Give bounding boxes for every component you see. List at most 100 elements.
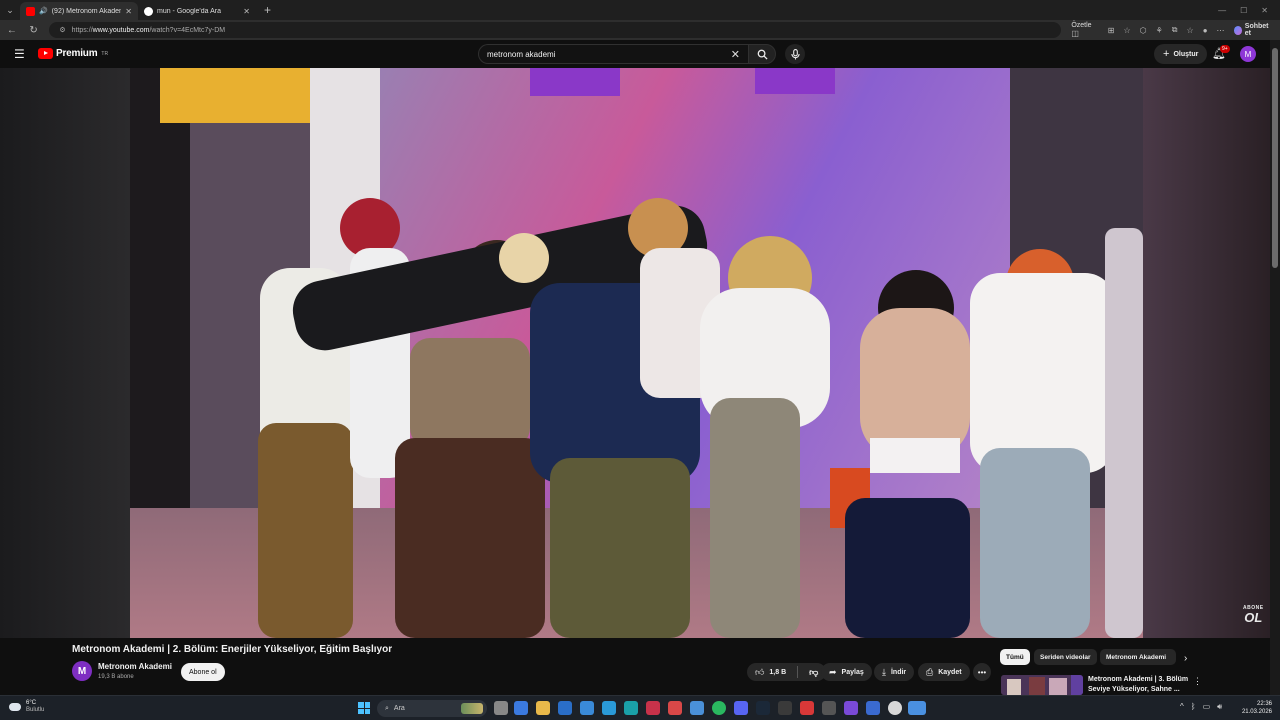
browser-tab-youtube[interactable]: 🔊 (92) Metronom Akademi | 2. B ✕ [20,2,138,20]
like-count[interactable]: 1,8 B [769,669,786,676]
plus-icon: + [1163,48,1170,60]
chip-all[interactable]: Tümü [1000,649,1030,665]
chevron-right-icon[interactable]: › [1184,653,1187,664]
scrollbar-thumb[interactable] [1272,48,1278,268]
channel-name[interactable]: Metronom Akademi [98,662,172,671]
chrome-icon[interactable] [888,701,902,715]
video-player[interactable]: ABONE OL [0,68,1270,638]
kebab-menu-icon[interactable]: ⋮ [1193,676,1202,687]
hamburger-menu-icon[interactable]: ☰ [14,47,25,61]
star-bookmark-icon[interactable]: ☆ [1123,26,1130,35]
epic-games-icon[interactable] [778,701,792,715]
app-icon[interactable] [822,701,836,715]
bluetooth-icon[interactable]: ᛒ [1191,702,1196,712]
cloud-icon [9,703,21,711]
channel-avatar[interactable]: M [72,661,92,681]
taskbar-search-box[interactable]: ⌕ Ara [377,700,487,717]
edge-browser-icon[interactable] [602,701,616,715]
outlook-icon[interactable] [580,701,594,715]
account-avatar[interactable]: M [1240,46,1256,62]
page-scrollbar[interactable] [1270,40,1280,695]
tab-title: (92) Metronom Akademi | 2. B [51,7,122,15]
copilot-icon [1233,25,1242,35]
volume-icon[interactable]: 🔊︎ [1217,702,1222,712]
tab-close-icon[interactable]: ✕ [125,7,132,16]
chevron-up-icon[interactable]: ^ [1180,702,1184,712]
address-bar[interactable]: ⚙ https://www.youtube.com/watch?v=4EcMtc… [49,22,1062,38]
minimize-icon[interactable]: — [1218,6,1226,15]
chip-series-videos[interactable]: Seriden videolar [1034,649,1097,665]
tab-list-chevron-icon[interactable]: ⌄ [0,0,20,20]
extensions-icon[interactable]: ⬡ [1140,26,1147,35]
chip-channel[interactable]: Metronom Akademi [1100,649,1176,665]
speaker-icon[interactable]: 🔊 [39,7,48,15]
window-close-icon[interactable]: ✕ [1261,6,1268,15]
url-text: https://www.youtube.com/watch?v=4EcMtc7y… [71,26,226,34]
download-button[interactable]: ⤓ İndir [874,663,915,681]
windows-start-icon[interactable] [358,702,370,714]
maximize-icon[interactable]: ☐ [1240,6,1247,15]
ambient-left [0,68,130,638]
search-icon [757,49,768,60]
copilot-chat-button[interactable]: Sohbet et [1233,23,1274,37]
tab-close-icon[interactable]: ✕ [243,7,250,16]
search-input[interactable]: metronom akademi ✕ [478,44,748,64]
discord-icon[interactable] [734,701,748,715]
search-button[interactable] [748,44,776,64]
share-button[interactable]: ➦ Paylaş [821,663,872,681]
app-icon[interactable] [844,701,858,715]
mail-app-icon[interactable] [558,701,572,715]
translate-icon[interactable]: ⊞ [1108,26,1115,35]
tab-title: mun - Google'da Ara [157,7,221,15]
app-icon[interactable] [866,701,880,715]
video-still-image [130,68,1143,638]
notification-badge: 9+ [1220,45,1230,53]
weather-widget[interactable]: 6°C Bulutlu [9,700,44,714]
sidebar-icon[interactable]: ⧉ [1172,25,1178,35]
copilot-app-icon[interactable] [514,701,528,715]
create-button[interactable]: + Oluştur [1154,44,1208,64]
new-tab-plus-icon[interactable]: + [256,3,279,17]
app-icon[interactable] [800,701,814,715]
site-info-icon[interactable]: ⚙ [59,26,65,34]
edge-dev-icon[interactable] [624,701,638,715]
clear-search-icon[interactable]: ✕ [731,48,740,61]
whatsapp-icon[interactable] [712,701,726,715]
browser-tab-google[interactable]: mun - Google'da Ara ✕ [138,2,256,20]
back-arrow-icon[interactable]: ← [6,25,18,36]
voice-search-button[interactable] [785,44,805,64]
share-icon: ➦ [829,666,837,677]
thumbs-up-icon[interactable]: 👍︎ [755,667,764,678]
favorites-icon[interactable]: ☆ [1187,26,1194,35]
youtube-play-icon [38,48,53,59]
active-browser-icon[interactable] [908,701,926,715]
recommended-title[interactable]: Metronom Akademi | 3. Bölüm: Seviye Yüks… [1088,675,1188,695]
more-menu-icon[interactable]: ⋯ [1217,26,1225,35]
extension-icon[interactable]: ⚘ [1156,26,1163,35]
clock[interactable]: 22:36 21.03.2026 [1238,700,1272,716]
google-favicon-icon [144,6,153,16]
more-actions-icon[interactable]: ••• [973,663,991,681]
network-icon[interactable]: ▭ [1203,702,1211,712]
youtube-header: ☰ Premium TR metronom akademi ✕ + Oluştur … [0,40,1280,68]
save-button[interactable]: ⎙ Kaydet [918,663,970,681]
browser-toolbar: ← ↻ ⚙ https://www.youtube.com/watch?v=4E… [0,20,1280,40]
profile-icon[interactable]: ● [1203,26,1208,35]
video-frame[interactable] [130,68,1143,638]
recommended-thumbnail[interactable] [1001,675,1083,695]
app-icon[interactable] [668,701,682,715]
system-tray: ^ ᛒ ▭ 🔊︎ [1180,702,1222,712]
task-view-icon[interactable] [494,701,508,715]
youtube-favicon-icon [26,6,35,16]
ambient-right [1143,68,1270,638]
youtube-premium-logo[interactable]: Premium TR [38,48,108,59]
acrobat-icon[interactable] [646,701,660,715]
subscribe-watermark[interactable]: ABONE OL [1243,606,1264,625]
app-icon[interactable] [690,701,704,715]
search-highlight-icon [461,703,483,714]
summarize-button[interactable]: Özetle ◫ [1071,22,1098,38]
subscribe-button[interactable]: Abone ol [181,663,225,681]
reload-icon[interactable]: ↻ [28,25,40,36]
file-explorer-icon[interactable] [536,701,550,715]
steam-icon[interactable] [756,701,770,715]
